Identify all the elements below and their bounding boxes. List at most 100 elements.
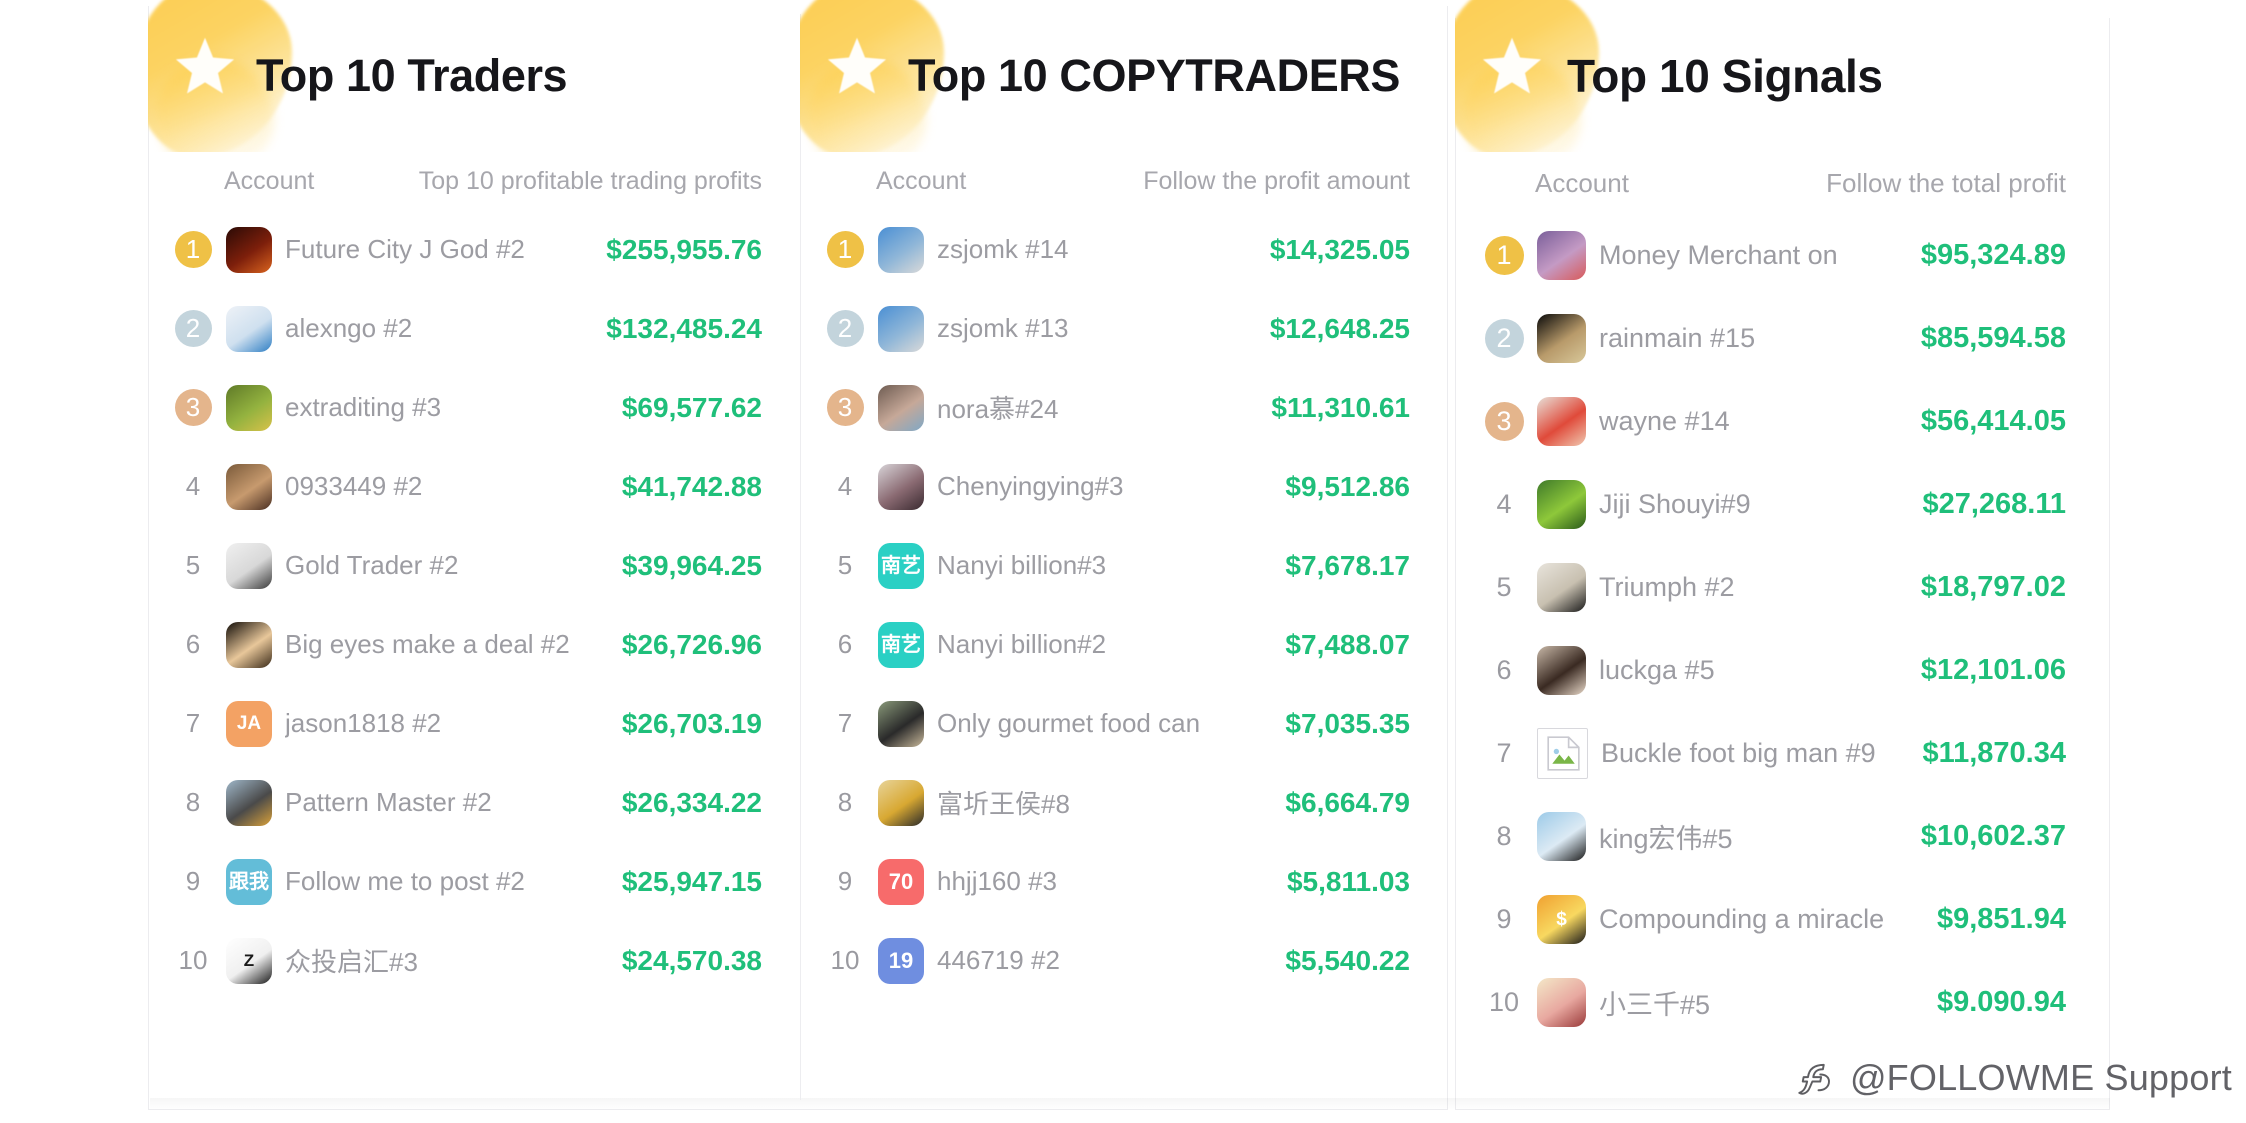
account-cell[interactable]: Z 众投启汇#3 — [216, 937, 608, 984]
account-cell[interactable]: 富圻王侯#8 — [868, 779, 1271, 826]
avatar[interactable] — [1537, 728, 1588, 779]
avatar[interactable]: 70 — [878, 858, 924, 905]
avatar[interactable] — [226, 226, 272, 273]
profit-value: $24,570.38 — [621, 944, 762, 976]
avatar[interactable] — [226, 305, 272, 352]
avatar[interactable] — [878, 226, 924, 273]
table-row[interactable]: 2 zsjomk #13 $12,648.25 — [822, 289, 1410, 368]
table-row[interactable]: 1 zsjomk #14 $14,325.05 — [822, 210, 1410, 289]
avatar[interactable]: JA — [226, 700, 272, 747]
table-row[interactable]: 5 Gold Trader #2 $39,964.25 — [170, 526, 762, 605]
table-row[interactable]: 5 Triumph #2 $18,797.02 — [1481, 546, 2066, 629]
avatar[interactable] — [226, 384, 272, 431]
table-row[interactable]: 7 Buckle foot big man #9 $11,870.34 — [1481, 712, 2066, 795]
avatar[interactable] — [1537, 231, 1586, 280]
avatar[interactable] — [1537, 563, 1586, 612]
table-row[interactable]: 4 0933449 #2 $41,742.88 — [170, 447, 762, 526]
account-cell[interactable]: Pattern Master #2 — [216, 779, 608, 826]
account-cell[interactable]: Chenyingying#3 — [868, 463, 1271, 510]
table-row[interactable]: 10 19 446719 #2 $5,540.22 — [822, 921, 1410, 1000]
account-cell[interactable]: Triumph #2 — [1527, 563, 1907, 612]
account-name: king宏伟#5 — [1599, 824, 1733, 854]
table-row[interactable]: 7 JA jason1818 #2 $26,703.19 — [170, 684, 762, 763]
account-name: nora慕#24 — [937, 394, 1059, 424]
avatar[interactable] — [1537, 812, 1586, 861]
table-row[interactable]: 6 南艺 Nanyi billion#2 $7,488.07 — [822, 605, 1410, 684]
table-row[interactable]: 10 Z 众投启汇#3 $24,570.38 — [170, 921, 762, 1000]
table-row[interactable]: 4 Jiji Shouyi#9 $27,268.11 — [1481, 463, 2066, 546]
table-row[interactable]: 8 king宏伟#5 $10,602.37 — [1481, 795, 2066, 878]
account-cell[interactable]: $ Compounding a miracle — [1527, 895, 1923, 944]
account-cell[interactable]: 70 hhjj160 #3 — [868, 858, 1273, 905]
account-cell[interactable]: king宏伟#5 — [1527, 812, 1907, 861]
table-row[interactable]: 4 Chenyingying#3 $9,512.86 — [822, 447, 1410, 526]
table-row[interactable]: 3 extraditing #3 $69,577.62 — [170, 368, 762, 447]
account-cell[interactable]: extraditing #3 — [216, 384, 608, 431]
account-cell[interactable]: Buckle foot big man #9 — [1527, 728, 1908, 779]
rank-badge: 10 — [830, 945, 860, 975]
avatar[interactable] — [878, 384, 924, 431]
account-cell[interactable]: rainmain #15 — [1527, 314, 1907, 363]
avatar[interactable] — [226, 463, 272, 510]
table-row[interactable]: 3 wayne #14 $56,414.05 — [1481, 380, 2066, 463]
avatar[interactable]: 19 — [878, 937, 924, 984]
account-cell[interactable]: 跟我 Follow me to post #2 — [216, 858, 608, 905]
avatar[interactable]: 跟我 — [226, 858, 272, 905]
account-cell[interactable]: alexngo #2 — [216, 305, 592, 352]
table-row[interactable]: 8 Pattern Master #2 $26,334.22 — [170, 763, 762, 842]
profit-value: $26,726.96 — [621, 628, 762, 660]
account-cell[interactable]: JA jason1818 #2 — [216, 700, 608, 747]
table-row[interactable]: 2 rainmain #15 $85,594.58 — [1481, 297, 2066, 380]
account-cell[interactable]: 南艺 Nanyi billion#2 — [868, 621, 1271, 668]
avatar[interactable] — [226, 621, 272, 668]
table-row[interactable]: 7 Only gourmet food can $7,035.35 — [822, 684, 1410, 763]
avatar[interactable] — [1537, 978, 1586, 1027]
avatar[interactable] — [1537, 480, 1586, 529]
table-row[interactable]: 8 富圻王侯#8 $6,664.79 — [822, 763, 1410, 842]
avatar[interactable] — [1537, 397, 1586, 446]
account-cell[interactable]: Future City J God #2 — [216, 226, 592, 273]
avatar[interactable] — [878, 305, 924, 352]
rank-badge: 1 — [1481, 236, 1527, 275]
account-name: Triumph #2 — [1599, 572, 1735, 602]
profit-value: $69,577.62 — [621, 391, 762, 423]
account-cell[interactable]: zsjomk #13 — [868, 305, 1256, 352]
table-row[interactable]: 9 $ Compounding a miracle $9,851.94 — [1481, 878, 2066, 961]
avatar[interactable] — [226, 779, 272, 826]
avatar[interactable] — [226, 542, 272, 589]
avatar[interactable] — [1537, 646, 1586, 695]
account-cell[interactable]: 19 446719 #2 — [868, 937, 1271, 984]
account-cell[interactable]: Gold Trader #2 — [216, 542, 608, 589]
avatar[interactable]: 南艺 — [878, 621, 924, 668]
account-cell[interactable]: 0933449 #2 — [216, 463, 608, 510]
account-cell[interactable]: wayne #14 — [1527, 397, 1907, 446]
avatar[interactable] — [878, 779, 924, 826]
avatar[interactable]: Z — [226, 937, 272, 984]
account-cell[interactable]: Jiji Shouyi#9 — [1527, 480, 1908, 529]
avatar[interactable] — [1537, 314, 1586, 363]
account-cell[interactable]: 南艺 Nanyi billion#3 — [868, 542, 1271, 589]
rank-medal-circle: 3 — [826, 389, 864, 426]
table-row[interactable]: 1 Future City J God #2 $255,955.76 — [170, 210, 762, 289]
table-row[interactable]: 5 南艺 Nanyi billion#3 $7,678.17 — [822, 526, 1410, 605]
avatar-glyph: $ — [1556, 909, 1567, 930]
account-cell[interactable]: luckga #5 — [1527, 646, 1907, 695]
avatar[interactable] — [878, 700, 924, 747]
account-cell[interactable]: zsjomk #14 — [868, 226, 1256, 273]
table-row[interactable]: 3 nora慕#24 $11,310.61 — [822, 368, 1410, 447]
table-row[interactable]: 9 70 hhjj160 #3 $5,811.03 — [822, 842, 1410, 921]
table-row[interactable]: 10 小三千#5 $9.090.94 — [1481, 961, 2066, 1044]
avatar[interactable] — [878, 463, 924, 510]
table-row[interactable]: 1 Money Merchant on $95,324.89 — [1481, 214, 2066, 297]
account-cell[interactable]: Money Merchant on — [1527, 231, 1907, 280]
table-row[interactable]: 6 luckga #5 $12,101.06 — [1481, 629, 2066, 712]
avatar[interactable]: 南艺 — [878, 542, 924, 589]
account-cell[interactable]: Big eyes make a deal #2 — [216, 621, 608, 668]
account-cell[interactable]: nora慕#24 — [868, 384, 1257, 431]
account-cell[interactable]: 小三千#5 — [1527, 978, 1923, 1027]
table-row[interactable]: 9 跟我 Follow me to post #2 $25,947.15 — [170, 842, 762, 921]
table-row[interactable]: 6 Big eyes make a deal #2 $26,726.96 — [170, 605, 762, 684]
account-cell[interactable]: Only gourmet food can — [868, 700, 1271, 747]
table-row[interactable]: 2 alexngo #2 $132,485.24 — [170, 289, 762, 368]
avatar[interactable]: $ — [1537, 895, 1586, 944]
